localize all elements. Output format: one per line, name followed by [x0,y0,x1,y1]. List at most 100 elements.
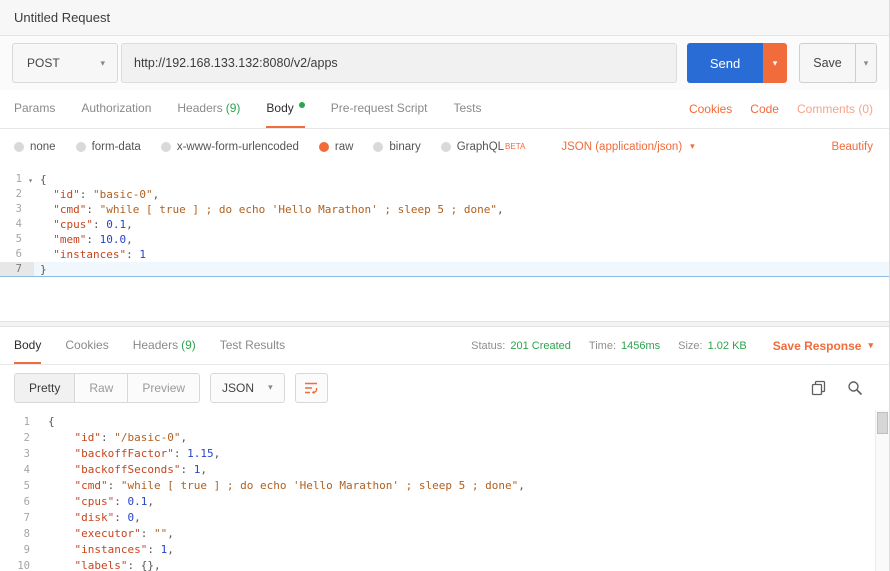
search-response-icon[interactable] [847,380,863,396]
line-number: 5 [0,478,42,494]
code-line[interactable]: 6 "cpus": 0.1, [0,494,889,510]
view-preview-button[interactable]: Preview [128,374,199,402]
line-number: 3 [0,202,34,217]
body-type-form-data[interactable]: form-data [76,141,141,153]
code-line[interactable]: 6 "instances": 1 [0,247,889,262]
send-button[interactable]: Send [687,43,763,83]
send-options-button[interactable]: ▾ [763,43,787,83]
code-line[interactable]: 9 "instances": 1, [0,542,889,558]
code-line[interactable]: 7 "disk": 0, [0,510,889,526]
tab-tests[interactable]: Tests [453,90,481,128]
tab-authorization[interactable]: Authorization [81,90,151,128]
code-line[interactable]: 8 "executor": "", [0,526,889,542]
code-link[interactable]: Code [750,102,779,116]
view-pretty-button[interactable]: Pretty [15,374,75,402]
response-tab-headers[interactable]: Headers (9) [133,327,196,364]
response-tab-cookies[interactable]: Cookies [65,327,108,364]
code-line-text: "cpus": 0.1, [34,217,133,232]
code-line-text: } [34,262,47,276]
body-type-none[interactable]: none [14,141,56,153]
line-number: 1▾ [0,172,34,187]
save-response-button[interactable]: Save Response ▾ [773,339,873,353]
view-mode-group: Pretty Raw Preview [14,373,200,403]
response-tab-body[interactable]: Body [14,327,41,364]
response-toolbar: Pretty Raw Preview JSON ▾ [0,365,889,410]
line-number: 7 [0,262,34,276]
headers-count-badge: (9) [226,101,241,115]
method-value: POST [27,56,60,70]
cookies-link[interactable]: Cookies [689,102,732,116]
code-line[interactable]: 3 "backoffFactor": 1.15, [0,446,889,462]
save-button-group: Save ▾ [799,43,877,83]
code-line-text: "executor": "", [42,526,174,542]
chevron-down-icon: ▾ [268,382,273,393]
body-type-urlencoded[interactable]: x-www-form-urlencoded [161,141,299,153]
radio-selected-icon [319,142,329,152]
code-line[interactable]: 5 "mem": 10.0, [0,232,889,247]
response-toolbar-right [811,380,863,396]
code-line-text: { [42,414,55,430]
code-line-text: "labels": {}, [42,558,161,571]
code-line[interactable]: 2 "id": "basic-0", [0,187,889,202]
body-type-binary[interactable]: binary [373,141,420,153]
code-line-text: "instances": 1 [34,247,146,262]
save-options-button[interactable]: ▾ [855,43,877,83]
content-type-select[interactable]: JSON (application/json) ▾ [561,141,694,153]
tab-body[interactable]: Body [266,90,304,128]
wrap-lines-button[interactable] [295,373,328,403]
body-type-graphql[interactable]: GraphQL BETA [441,141,526,153]
method-select[interactable]: POST ▾ [12,43,118,83]
chevron-down-icon: ▾ [868,340,873,351]
comments-link[interactable]: Comments (0) [797,102,873,116]
code-line[interactable]: 4 "backoffSeconds": 1, [0,462,889,478]
body-type-row: none form-data x-www-form-urlencoded raw… [0,129,889,164]
fold-caret-icon[interactable]: ▾ [28,173,33,188]
response-body-editor[interactable]: 1{2 "id": "/basic-0",3 "backoffFactor": … [0,410,889,571]
radio-icon [14,142,24,152]
code-line[interactable]: 2 "id": "/basic-0", [0,430,889,446]
view-raw-button[interactable]: Raw [75,374,128,402]
body-type-raw[interactable]: raw [319,141,354,153]
line-number: 2 [0,430,42,446]
code-line[interactable]: 3 "cmd": "while [ true ] ; do echo 'Hell… [0,202,889,217]
tab-headers[interactable]: Headers (9) [177,90,240,128]
radio-icon [76,142,86,152]
size-indicator: Size: 1.02 KB [678,340,747,352]
request-tabs: Params Authorization Headers (9) Body Pr… [0,90,889,129]
response-tabs-row: Body Cookies Headers (9) Test Results St… [0,327,889,365]
code-line[interactable]: 1▾{ [0,172,889,187]
response-tab-test-results[interactable]: Test Results [220,327,285,364]
code-line[interactable]: 7} [0,262,889,277]
line-number: 8 [0,526,42,542]
code-line[interactable]: 4 "cpus": 0.1, [0,217,889,232]
chevron-down-icon: ▾ [864,58,869,69]
body-has-content-dot [299,102,305,108]
line-number: 6 [0,247,34,262]
tab-prerequest-script[interactable]: Pre-request Script [331,90,428,128]
copy-response-icon[interactable] [811,380,827,396]
postman-window: Untitled Request POST ▾ Send ▾ Save ▾ Pa… [0,0,890,571]
response-scrollbar[interactable] [875,410,889,571]
code-line[interactable]: 5 "cmd": "while [ true ] ; do echo 'Hell… [0,478,889,494]
status-value: 201 Created [510,340,571,352]
beautify-link[interactable]: Beautify [831,141,873,153]
url-input[interactable] [121,43,677,83]
response-headers-count-badge: (9) [181,338,196,352]
request-tabs-right: Cookies Code Comments (0) [689,90,873,128]
line-number: 4 [0,217,34,232]
request-body-editor[interactable]: 1▾{2 "id": "basic-0",3 "cmd": "while [ t… [0,164,889,321]
code-line-text: "mem": 10.0, [34,232,133,247]
code-line-text: "cmd": "while [ true ] ; do echo 'Hello … [34,202,504,217]
status-indicator: Status: 201 Created [471,340,571,352]
send-button-group: Send ▾ [687,43,787,83]
code-line[interactable]: 10 "labels": {}, [0,558,889,571]
code-line[interactable]: 1{ [0,414,889,430]
response-format-select[interactable]: JSON ▾ [210,373,285,403]
save-button[interactable]: Save [799,43,855,83]
scrollbar-thumb[interactable] [877,412,888,434]
tab-params[interactable]: Params [14,90,55,128]
code-line-text: "backoffFactor": 1.15, [42,446,220,462]
radio-icon [373,142,383,152]
line-number: 10 [0,558,42,571]
code-line-text: "cmd": "while [ true ] ; do echo 'Hello … [42,478,525,494]
